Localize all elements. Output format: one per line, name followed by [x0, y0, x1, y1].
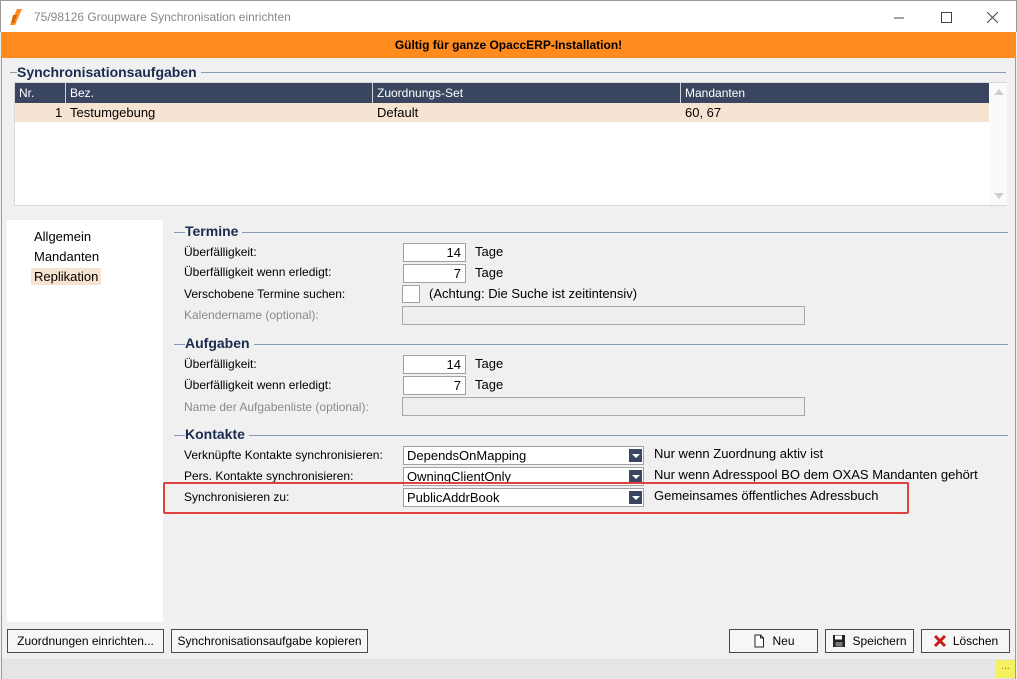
tasklist-name-label: Name der Aufgabenliste (optional): [184, 400, 369, 414]
aufgaben-overdue-input[interactable]: 14 [403, 355, 466, 374]
app-logo-icon [10, 9, 22, 25]
nav-item-allgemein[interactable]: Allgemein [31, 228, 94, 245]
column-header-mandanten[interactable]: Mandanten [685, 86, 745, 100]
chevron-down-icon[interactable] [629, 491, 642, 504]
aufgaben-overdue-done-label: Überfälligkeit wenn erledigt: [184, 378, 332, 392]
delete-x-icon [933, 634, 946, 648]
cell-set: Default [377, 105, 419, 120]
column-separator [680, 83, 681, 103]
calendar-name-label: Kalendername (optional): [184, 308, 319, 322]
tasks-group-header: Synchronisationsaufgaben [17, 64, 201, 80]
chevron-down-icon[interactable] [629, 449, 642, 462]
aufgaben-overdue-done-input[interactable]: 7 [403, 376, 466, 395]
personal-contacts-hint: Nur wenn Adresspool BO dem OXAS Mandante… [654, 467, 978, 482]
linked-contacts-label: Verknüpfte Kontakte synchronisieren: [184, 448, 383, 462]
moved-appointments-label: Verschobene Termine suchen: [184, 287, 346, 301]
minimize-icon [893, 17, 904, 18]
new-label: Neu [772, 634, 795, 648]
minimize-button[interactable] [876, 1, 922, 33]
sync-to-value: PublicAddrBook [407, 490, 500, 505]
column-header-set[interactable]: Zuordnungs-Set [377, 86, 463, 100]
window-title: 75/98126 Groupware Synchronisation einri… [34, 10, 291, 24]
sync-to-hint: Gemeinsames öffentliches Adressbuch [654, 488, 879, 503]
linked-contacts-select[interactable]: DependsOnMapping [403, 446, 644, 465]
aufgaben-overdue-label: Überfälligkeit: [184, 357, 257, 371]
close-icon [986, 11, 998, 23]
maximize-icon [940, 11, 952, 23]
group-divider [174, 232, 1008, 233]
tasklist-name-input[interactable] [402, 397, 805, 416]
cell-bez: Testumgebung [70, 105, 156, 120]
column-header-nr[interactable]: Nr. [19, 86, 34, 100]
sync-to-select[interactable]: PublicAddrBook [403, 488, 644, 507]
scroll-down-icon[interactable] [994, 193, 1004, 199]
sync-to-label: Synchronisieren zu: [184, 490, 290, 504]
column-separator [65, 83, 66, 103]
calendar-name-input[interactable] [402, 306, 805, 325]
personal-contacts-label: Pers. Kontakte synchronisieren: [184, 469, 354, 483]
linked-contacts-hint: Nur wenn Zuordnung aktiv ist [654, 446, 824, 461]
save-label: Speichern [852, 634, 907, 648]
maximize-button[interactable] [923, 1, 969, 33]
new-button[interactable]: Neu [729, 629, 818, 653]
termine-group-header: Termine [185, 223, 243, 239]
nav-item-replikation[interactable]: Replikation [31, 268, 102, 285]
aufgaben-overdue-done-unit: Tage [475, 377, 504, 392]
cell-nr: 1 [55, 105, 63, 120]
scroll-up-icon[interactable] [994, 89, 1004, 95]
title-bar: 75/98126 Groupware Synchronisation einri… [0, 0, 1017, 32]
group-divider [174, 344, 1008, 345]
grid-header: Nr. Bez. Zuordnungs-Set Mandanten [15, 83, 989, 103]
save-button[interactable]: Speichern [825, 629, 914, 653]
status-bar: ... [2, 659, 1015, 679]
group-divider [174, 435, 1008, 436]
dialog-content: Synchronisationsaufgaben Nr. Bez. Zuordn… [1, 58, 1016, 679]
cell-mandanten: 60, 67 [685, 105, 722, 120]
column-separator [372, 83, 373, 103]
column-header-bez[interactable]: Bez. [70, 86, 94, 100]
aufgaben-group-header: Aufgaben [185, 335, 254, 351]
settings-nav: Allgemein Mandanten Replikation [7, 220, 163, 622]
setup-mappings-button[interactable]: Zuordnungen einrichten... [7, 629, 164, 653]
delete-button[interactable]: Löschen [921, 629, 1010, 653]
termine-overdue-done-label: Überfälligkeit wenn erledigt: [184, 265, 332, 279]
nav-item-mandanten[interactable]: Mandanten [31, 248, 102, 265]
moved-appointments-checkbox[interactable] [402, 285, 420, 303]
termine-overdue-label: Überfälligkeit: [184, 245, 257, 259]
installation-banner: Gültig für ganze OpaccERP-Installation! [1, 32, 1016, 58]
termine-overdue-done-unit: Tage [475, 265, 504, 280]
close-button[interactable] [969, 1, 1015, 33]
moved-appointments-hint: (Achtung: Die Suche ist zeitintensiv) [429, 286, 638, 301]
termine-overdue-done-input[interactable]: 7 [403, 264, 466, 283]
termine-overdue-input[interactable]: 14 [403, 243, 466, 262]
setup-mappings-label: Zuordnungen einrichten... [17, 634, 154, 648]
floppy-disk-icon [833, 635, 846, 647]
linked-contacts-value: DependsOnMapping [407, 448, 527, 463]
resize-grip-icon[interactable]: ... [996, 660, 1015, 678]
termine-overdue-unit: Tage [475, 244, 504, 259]
tasks-grid[interactable]: Nr. Bez. Zuordnungs-Set Mandanten 1 Test… [14, 82, 1007, 206]
delete-label: Löschen [952, 634, 999, 648]
copy-task-label: Synchronisationsaufgabe kopieren [177, 634, 362, 648]
aufgaben-overdue-unit: Tage [475, 356, 504, 371]
new-document-icon [754, 634, 765, 648]
kontakte-group-header: Kontakte [185, 426, 249, 442]
grid-scrollbar[interactable] [990, 83, 1007, 205]
copy-task-button[interactable]: Synchronisationsaufgabe kopieren [171, 629, 368, 653]
table-row[interactable]: 1 Testumgebung Default 60, 67 [15, 103, 989, 122]
